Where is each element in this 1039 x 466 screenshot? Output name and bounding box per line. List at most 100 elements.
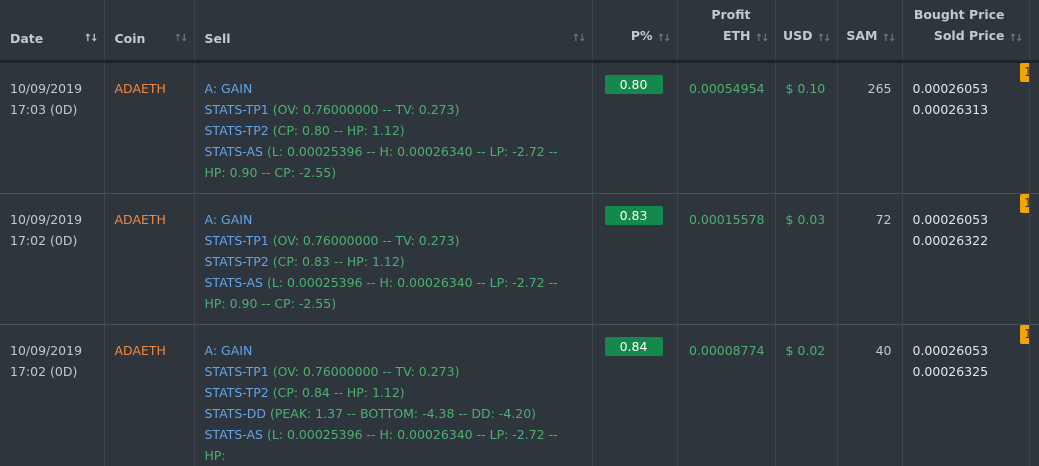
- coin-symbol: ADAETH: [115, 81, 166, 96]
- sell-stat-line: STATS-TP1 (OV: 0.76000000 -- TV: 0.273): [205, 361, 582, 382]
- sold-price: 0.00026325: [913, 361, 1019, 382]
- buy-count-badge[interactable]: 1: [1020, 325, 1030, 344]
- column-header-date[interactable]: Date ↑↓: [0, 0, 104, 62]
- sell-stat-key: A: GAIN: [205, 343, 253, 358]
- column-header-label: P%: [631, 25, 653, 46]
- column-header-price[interactable]: Bought PriceSold Price ↑↓: [902, 0, 1029, 62]
- sell-stat-key: STATS-TP1: [205, 364, 269, 379]
- coin-cell: ADAETH: [104, 325, 194, 466]
- sort-icon[interactable]: ↑↓: [174, 33, 187, 44]
- sell-stat-key: STATS-TP2: [205, 123, 269, 138]
- column-header-extra: [1029, 0, 1039, 62]
- profit-eth-cell: 0.00015578: [677, 194, 775, 325]
- profit-usd: $ 0.03: [786, 212, 826, 227]
- sell-stat-line: STATS-TP1 (OV: 0.76000000 -- TV: 0.273): [205, 99, 582, 120]
- sell-stat-line: A: GAIN: [205, 209, 582, 230]
- profit-percent-badge: 0.83: [605, 206, 663, 225]
- profit-eth-cell: 0.00008774: [677, 325, 775, 466]
- column-header-usd[interactable]: USD ↑↓: [775, 0, 837, 62]
- column-header-label: Date: [10, 31, 43, 46]
- profit-eth: 0.00054954: [689, 81, 765, 96]
- table-header-row: Date ↑↓ Coin ↑↓ Sell ↑↓ P% ↑↓ ProfitETH …: [0, 0, 1039, 62]
- sell-stat-line: STATS-TP2 (CP: 0.80 -- HP: 1.12): [205, 120, 582, 141]
- sell-stat-line: STATS-AS (L: 0.00025396 -- H: 0.00026340…: [205, 141, 582, 183]
- coin-cell: ADAETH: [104, 62, 194, 194]
- column-header-sam[interactable]: SAM ↑↓: [837, 0, 902, 62]
- sam-cell: 265: [837, 62, 902, 194]
- usd-cell: $ 0.03: [775, 194, 837, 325]
- profit-usd: $ 0.10: [786, 81, 826, 96]
- sort-icon[interactable]: ↑↓: [572, 33, 585, 44]
- column-header-label: SAM: [846, 25, 877, 46]
- sold-price: 0.00026313: [913, 99, 1019, 120]
- column-header-label: ProfitETH: [711, 4, 750, 46]
- column-header-label: Coin: [115, 31, 146, 46]
- sort-icon[interactable]: ↑↓: [1009, 33, 1022, 44]
- sam-cell: 40: [837, 325, 902, 466]
- table-row: 10/09/201917:02 (0D) ADAETH A: GAIN STATS-T…: [0, 325, 1039, 466]
- sort-icon[interactable]: ↑↓: [657, 33, 670, 44]
- bought-price: 0.00026053: [913, 340, 1019, 361]
- column-header-label: Sell: [205, 31, 231, 46]
- sell-stat-key: STATS-TP1: [205, 233, 269, 248]
- sale-date: 10/09/2019: [10, 78, 94, 99]
- column-header-profit[interactable]: ProfitETH ↑↓: [677, 0, 775, 62]
- sell-stat-line: A: GAIN: [205, 78, 582, 99]
- sell-stat-line: STATS-DD (PEAK: 1.37 -- BOTTOM: -4.38 --…: [205, 403, 582, 424]
- sort-icon[interactable]: ↑↓: [817, 33, 830, 44]
- sell-stat-key: STATS-TP2: [205, 385, 269, 400]
- column-header-label: USD: [783, 25, 813, 46]
- sell-stat-key: STATS-TP2: [205, 254, 269, 269]
- column-header-percent[interactable]: P% ↑↓: [592, 0, 677, 62]
- percent-cell: 0.84: [592, 325, 677, 466]
- sell-stat-line: STATS-TP2 (CP: 0.83 -- HP: 1.12): [205, 251, 582, 272]
- sale-time: 17:02 (0D): [10, 230, 94, 251]
- price-cell: 0.000260530.000263131: [902, 62, 1029, 194]
- table-row: 10/09/201917:02 (0D) ADAETH A: GAIN STATS-T…: [0, 194, 1039, 325]
- sell-stat-line: A: GAIN: [205, 340, 582, 361]
- sam-count: 72: [876, 212, 892, 227]
- price-cell: 0.000260530.000263221: [902, 194, 1029, 325]
- column-header-coin[interactable]: Coin ↑↓: [104, 0, 194, 62]
- sold-price: 0.00026322: [913, 230, 1019, 251]
- sell-stat-key: STATS-AS: [205, 427, 263, 442]
- bought-price: 0.00026053: [913, 78, 1019, 99]
- coin-cell: ADAETH: [104, 194, 194, 325]
- profit-eth: 0.00008774: [689, 343, 765, 358]
- sell-stat-value: (OV: 0.76000000 -- TV: 0.273): [269, 364, 460, 379]
- percent-cell: 0.83: [592, 194, 677, 325]
- sell-stat-line: STATS-AS (L: 0.00025396 -- H: 0.00026340…: [205, 272, 582, 314]
- sort-icon[interactable]: ↑↓: [882, 33, 895, 44]
- date-cell: 10/09/201917:02 (0D): [0, 325, 104, 466]
- coin-symbol: ADAETH: [115, 343, 166, 358]
- table-row: 10/09/201917:03 (0D) ADAETH A: GAIN STATS-T…: [0, 62, 1039, 194]
- sale-time: 17:03 (0D): [10, 99, 94, 120]
- usd-cell: $ 0.02: [775, 325, 837, 466]
- profit-eth: 0.00015578: [689, 212, 765, 227]
- profit-percent-badge: 0.84: [605, 337, 663, 356]
- sale-date: 10/09/2019: [10, 340, 94, 361]
- profit-percent-badge: 0.80: [605, 75, 663, 94]
- sell-stat-value: (PEAK: 1.37 -- BOTTOM: -4.38 -- DD: -4.2…: [266, 406, 536, 421]
- buy-count-badge[interactable]: 1: [1020, 63, 1030, 82]
- sell-cell: A: GAIN STATS-TP1 (OV: 0.76000000 -- TV: …: [194, 325, 592, 466]
- date-cell: 10/09/201917:03 (0D): [0, 62, 104, 194]
- sell-stat-line: STATS-TP2 (CP: 0.84 -- HP: 1.12): [205, 382, 582, 403]
- sell-stat-key: A: GAIN: [205, 81, 253, 96]
- coin-symbol: ADAETH: [115, 212, 166, 227]
- sell-stat-key: STATS-AS: [205, 144, 263, 159]
- column-header-sell[interactable]: Sell ↑↓: [194, 0, 592, 62]
- buy-count-badge[interactable]: 1: [1020, 194, 1030, 213]
- sell-stat-value: (CP: 0.84 -- HP: 1.12): [269, 385, 405, 400]
- extra-cell: [1029, 325, 1039, 466]
- percent-cell: 0.80: [592, 62, 677, 194]
- sell-stat-line: STATS-AS (L: 0.00025396 -- H: 0.00026340…: [205, 424, 582, 466]
- sort-icon[interactable]: ↑↓: [84, 33, 97, 44]
- sell-stat-key: STATS-TP1: [205, 102, 269, 117]
- sell-stat-key: STATS-AS: [205, 275, 263, 290]
- usd-cell: $ 0.10: [775, 62, 837, 194]
- sort-icon[interactable]: ↑↓: [755, 33, 768, 44]
- column-header-label: Bought PriceSold Price: [914, 4, 1005, 46]
- sell-stat-key: A: GAIN: [205, 212, 253, 227]
- date-cell: 10/09/201917:02 (0D): [0, 194, 104, 325]
